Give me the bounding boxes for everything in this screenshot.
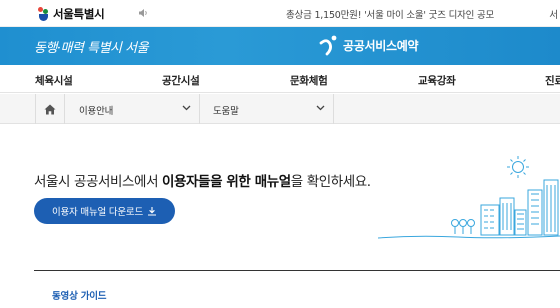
chevron-down-icon: [316, 105, 325, 111]
home-icon: [44, 104, 56, 114]
nav-item-sports[interactable]: 체육시설: [35, 73, 73, 88]
notice-link[interactable]: 총상금 1,150만원! '서울 마이 소울' 굿즈 디자인 공모: [286, 7, 494, 21]
section-divider: [34, 270, 560, 271]
top-utility-bar: 서울특별시 총상금 1,150만원! '서울 마이 소울' 굿즈 디자인 공모 …: [0, 0, 560, 27]
home-button[interactable]: [35, 94, 65, 124]
nav-item-education[interactable]: 교육강좌: [418, 73, 456, 88]
intro-text: 서울시 공공서비스에서 이용자들을 위한 매뉴얼을 확인하세요.: [34, 170, 371, 190]
cityscape-illustration: [378, 156, 560, 239]
speaker-icon[interactable]: [138, 8, 148, 18]
logo-text: 서울특별시: [53, 7, 105, 21]
slogan: 동행·매력 특별시 서울: [34, 41, 149, 56]
intro-text-bold: 이용자들을 위한 매뉴얼: [161, 174, 291, 190]
intro-text-after: 을 확인하세요.: [290, 174, 371, 190]
breadcrumb-label: 도움말: [213, 106, 239, 117]
breadcrumb: 이용안내 도움말: [0, 94, 560, 124]
top-right-link[interactable]: 서: [549, 7, 558, 21]
breadcrumb-dropdown-help[interactable]: 도움말: [200, 94, 334, 124]
intro-text-before: 서울시 공공서비스에서: [34, 174, 162, 190]
service-name: 공공서비스예약: [343, 38, 419, 53]
manual-download-button[interactable]: 이용자 매뉴얼 다운로드: [34, 198, 175, 224]
nav-item-culture[interactable]: 문화체험: [290, 73, 328, 88]
main-nav: 체육시설 공간시설 문화체험 교육강좌 진료: [0, 65, 560, 93]
chevron-down-icon: [182, 105, 191, 111]
breadcrumb-dropdown-guide[interactable]: 이용안내: [66, 94, 200, 124]
nav-item-medical[interactable]: 진료: [545, 73, 560, 88]
reservation-logo-icon: [319, 35, 337, 56]
service-logo[interactable]: 공공서비스예약: [318, 34, 418, 56]
download-icon: [148, 207, 157, 216]
seoul-logo-icon: [37, 6, 50, 22]
video-guide-title[interactable]: 동영상 가이드: [52, 288, 107, 302]
nav-item-space[interactable]: 공간시설: [162, 73, 200, 88]
breadcrumb-label: 이용안내: [79, 106, 114, 117]
seoul-logo[interactable]: 서울특별시: [37, 5, 105, 23]
manual-download-label: 이용자 매뉴얼 다운로드: [51, 207, 144, 218]
